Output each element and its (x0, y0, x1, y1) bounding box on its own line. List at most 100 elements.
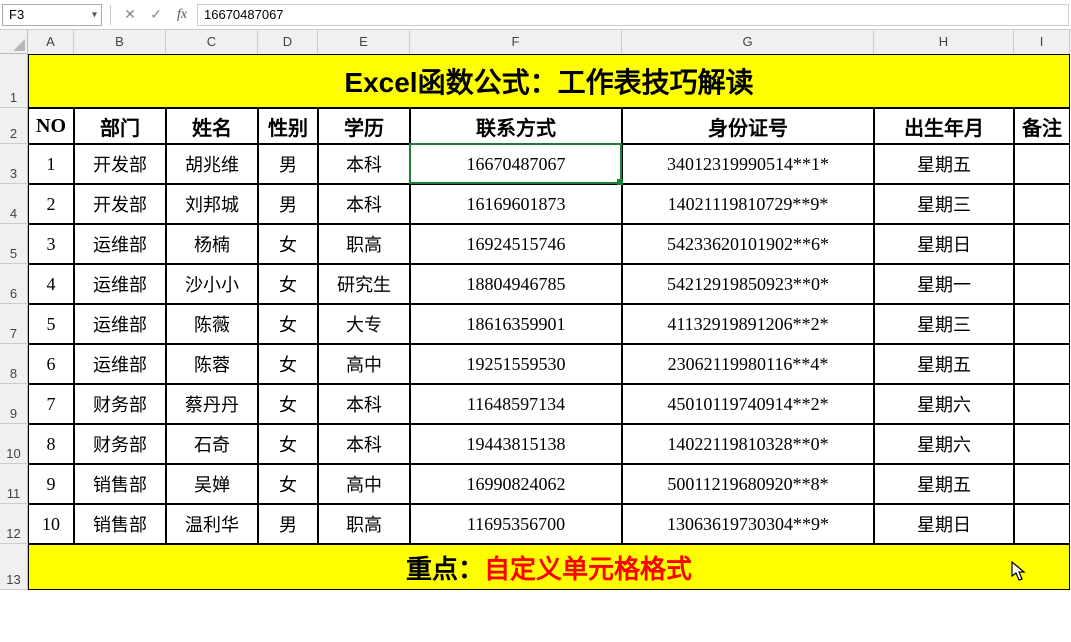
table-cell[interactable]: 13063619730304**9* (622, 504, 874, 544)
table-cell[interactable]: 职高 (318, 224, 410, 264)
table-cell[interactable]: 星期五 (874, 144, 1014, 184)
table-cell[interactable]: 8 (28, 424, 74, 464)
table-cell[interactable]: 18804946785 (410, 264, 622, 304)
name-box[interactable]: F3 ▾ (2, 4, 102, 26)
table-cell[interactable]: 杨楠 (166, 224, 258, 264)
table-cell[interactable]: 41132919891206**2* (622, 304, 874, 344)
table-cell[interactable]: 16924515746 (410, 224, 622, 264)
table-cell[interactable]: 温利华 (166, 504, 258, 544)
table-cell[interactable]: 星期三 (874, 184, 1014, 224)
table-cell[interactable]: 运维部 (74, 264, 166, 304)
table-cell[interactable]: 16990824062 (410, 464, 622, 504)
table-cell[interactable]: 19443815138 (410, 424, 622, 464)
table-header-note[interactable]: 备注 (1014, 108, 1070, 144)
table-cell[interactable]: 14021119810729**9* (622, 184, 874, 224)
table-cell[interactable]: 54212919850923**0* (622, 264, 874, 304)
table-cell[interactable]: 财务部 (74, 384, 166, 424)
confirm-icon[interactable]: ✓ (145, 4, 167, 26)
table-cell[interactable]: 陈薇 (166, 304, 258, 344)
table-cell[interactable]: 男 (258, 184, 318, 224)
title-cell[interactable]: Excel函数公式：工作表技巧解读 (28, 54, 1070, 108)
table-cell[interactable]: 运维部 (74, 304, 166, 344)
table-cell[interactable] (1014, 224, 1070, 264)
column-header[interactable]: A (28, 30, 74, 55)
table-cell[interactable]: 女 (258, 424, 318, 464)
column-header[interactable]: H (874, 30, 1014, 55)
table-cell[interactable]: 研究生 (318, 264, 410, 304)
formula-input[interactable]: 16670487067 (197, 4, 1069, 26)
table-header-gender[interactable]: 性别 (258, 108, 318, 144)
table-cell[interactable]: 石奇 (166, 424, 258, 464)
table-cell[interactable] (1014, 424, 1070, 464)
table-cell[interactable]: 19251559530 (410, 344, 622, 384)
table-cell[interactable]: 50011219680920**8* (622, 464, 874, 504)
table-cell[interactable]: 女 (258, 344, 318, 384)
footer-cell[interactable]: 重点： 自定义单元格格式 (28, 544, 1070, 590)
table-cell[interactable]: 开发部 (74, 144, 166, 184)
table-cell[interactable]: 23062119980116**4* (622, 344, 874, 384)
table-cell[interactable]: 16670487067 (410, 144, 622, 184)
table-cell[interactable]: 女 (258, 384, 318, 424)
row-header[interactable]: 3 (0, 144, 28, 184)
table-cell[interactable]: 女 (258, 304, 318, 344)
table-cell[interactable]: 11695356700 (410, 504, 622, 544)
table-cell[interactable]: 星期五 (874, 344, 1014, 384)
table-cell[interactable]: 高中 (318, 464, 410, 504)
table-cell[interactable]: 1 (28, 144, 74, 184)
table-cell[interactable]: 2 (28, 184, 74, 224)
table-header-no[interactable]: NO (28, 108, 74, 144)
table-cell[interactable]: 销售部 (74, 464, 166, 504)
table-cell[interactable]: 职高 (318, 504, 410, 544)
row-header[interactable]: 4 (0, 184, 28, 224)
table-header-idnum[interactable]: 身份证号 (622, 108, 874, 144)
table-cell[interactable]: 运维部 (74, 224, 166, 264)
table-header-birth[interactable]: 出生年月 (874, 108, 1014, 144)
column-header[interactable]: F (410, 30, 622, 55)
table-cell[interactable]: 18616359901 (410, 304, 622, 344)
table-cell[interactable]: 开发部 (74, 184, 166, 224)
table-cell[interactable]: 3 (28, 224, 74, 264)
table-cell[interactable]: 运维部 (74, 344, 166, 384)
table-cell[interactable]: 5 (28, 304, 74, 344)
table-cell[interactable]: 本科 (318, 184, 410, 224)
column-header[interactable]: G (622, 30, 874, 55)
row-header[interactable]: 2 (0, 108, 28, 144)
table-cell[interactable]: 男 (258, 144, 318, 184)
table-cell[interactable]: 星期五 (874, 464, 1014, 504)
row-header[interactable]: 12 (0, 504, 28, 544)
table-cell[interactable]: 财务部 (74, 424, 166, 464)
table-cell[interactable] (1014, 504, 1070, 544)
table-cell[interactable] (1014, 384, 1070, 424)
row-header[interactable]: 11 (0, 464, 28, 504)
table-cell[interactable] (1014, 464, 1070, 504)
table-cell[interactable]: 11648597134 (410, 384, 622, 424)
column-header[interactable]: C (166, 30, 258, 55)
table-cell[interactable]: 星期一 (874, 264, 1014, 304)
table-cell[interactable]: 34012319990514**1* (622, 144, 874, 184)
column-header[interactable]: E (318, 30, 410, 55)
row-header[interactable]: 5 (0, 224, 28, 264)
row-header[interactable]: 7 (0, 304, 28, 344)
table-cell[interactable]: 54233620101902**6* (622, 224, 874, 264)
table-cell[interactable] (1014, 184, 1070, 224)
table-cell[interactable]: 14022119810328**0* (622, 424, 874, 464)
table-cell[interactable]: 4 (28, 264, 74, 304)
row-header[interactable]: 8 (0, 344, 28, 384)
table-cell[interactable] (1014, 304, 1070, 344)
table-cell[interactable]: 本科 (318, 384, 410, 424)
table-header-name[interactable]: 姓名 (166, 108, 258, 144)
table-cell[interactable]: 星期三 (874, 304, 1014, 344)
table-cell[interactable]: 星期六 (874, 384, 1014, 424)
table-cell[interactable]: 沙小小 (166, 264, 258, 304)
table-header-dept[interactable]: 部门 (74, 108, 166, 144)
table-cell[interactable]: 大专 (318, 304, 410, 344)
row-header[interactable]: 1 (0, 54, 28, 108)
cancel-icon[interactable]: ✕ (119, 4, 141, 26)
row-header[interactable]: 13 (0, 544, 28, 590)
table-header-edu[interactable]: 学历 (318, 108, 410, 144)
table-cell[interactable] (1014, 144, 1070, 184)
column-header[interactable]: D (258, 30, 318, 55)
table-cell[interactable]: 7 (28, 384, 74, 424)
table-cell[interactable]: 45010119740914**2* (622, 384, 874, 424)
table-cell[interactable]: 星期日 (874, 224, 1014, 264)
